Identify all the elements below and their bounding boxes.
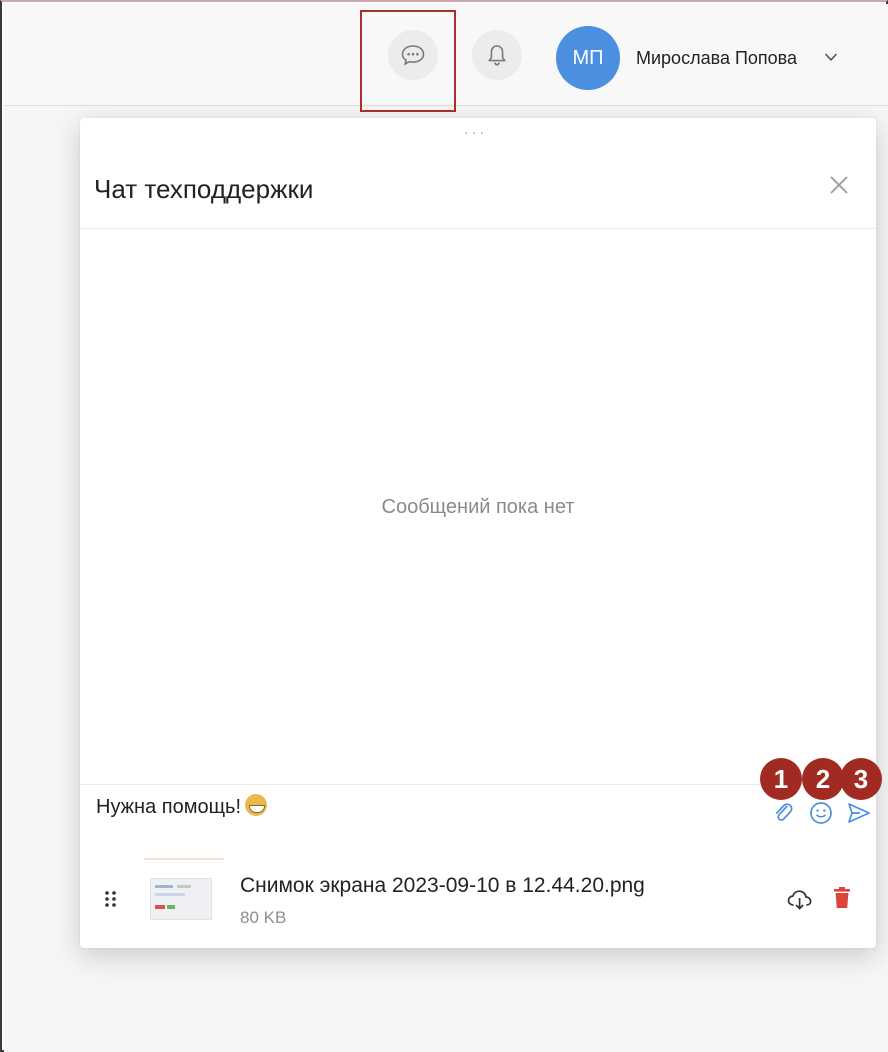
input-divider: [80, 784, 876, 785]
close-icon[interactable]: [828, 174, 850, 196]
annotation-badge-2: 2: [802, 758, 844, 800]
message-input[interactable]: Нужна помощь!: [96, 794, 268, 819]
bell-icon: [488, 45, 506, 66]
user-name[interactable]: Мирослава Попова: [636, 48, 797, 69]
annotation-badge-3: 3: [840, 758, 882, 800]
drag-grip-icon[interactable]: [104, 890, 118, 908]
empty-messages-text: Сообщений пока нет: [381, 496, 575, 518]
notifications-button[interactable]: [472, 30, 522, 80]
attachment-thumbnail[interactable]: [144, 858, 224, 932]
attachment-file-name: Снимок экрана 2023-09-10 в 12.44.20.png: [240, 874, 645, 897]
screenshot-frame: МП Мирослава Попова ··· Чат техподдержки…: [0, 0, 888, 1052]
paperclip-icon[interactable]: [770, 800, 796, 826]
chat-button-highlight: [360, 10, 456, 112]
cloud-download-icon[interactable]: [786, 888, 814, 912]
trash-icon[interactable]: [832, 886, 852, 910]
header-divider: [80, 228, 876, 229]
panel-drag-handle[interactable]: ···: [464, 124, 487, 140]
support-chat-panel: ··· Чат техподдержки Сообщений пока нет …: [80, 118, 882, 948]
attachment-item: Снимок экрана 2023-09-10 в 12.44.20.png …: [80, 844, 876, 944]
chevron-down-icon[interactable]: [824, 52, 838, 62]
panel-title: Чат техподдержки: [94, 174, 314, 204]
message-text: Нужна помощь!: [96, 796, 242, 818]
send-icon[interactable]: [846, 800, 872, 826]
avatar[interactable]: МП: [556, 26, 620, 90]
thumbnail-preview: [150, 878, 212, 920]
attachment-file-size: 80 KB: [240, 908, 287, 927]
annotation-badge-1: 1: [760, 758, 802, 800]
smile-icon[interactable]: [808, 800, 834, 826]
grinning-face-emoji-icon: [245, 794, 268, 816]
